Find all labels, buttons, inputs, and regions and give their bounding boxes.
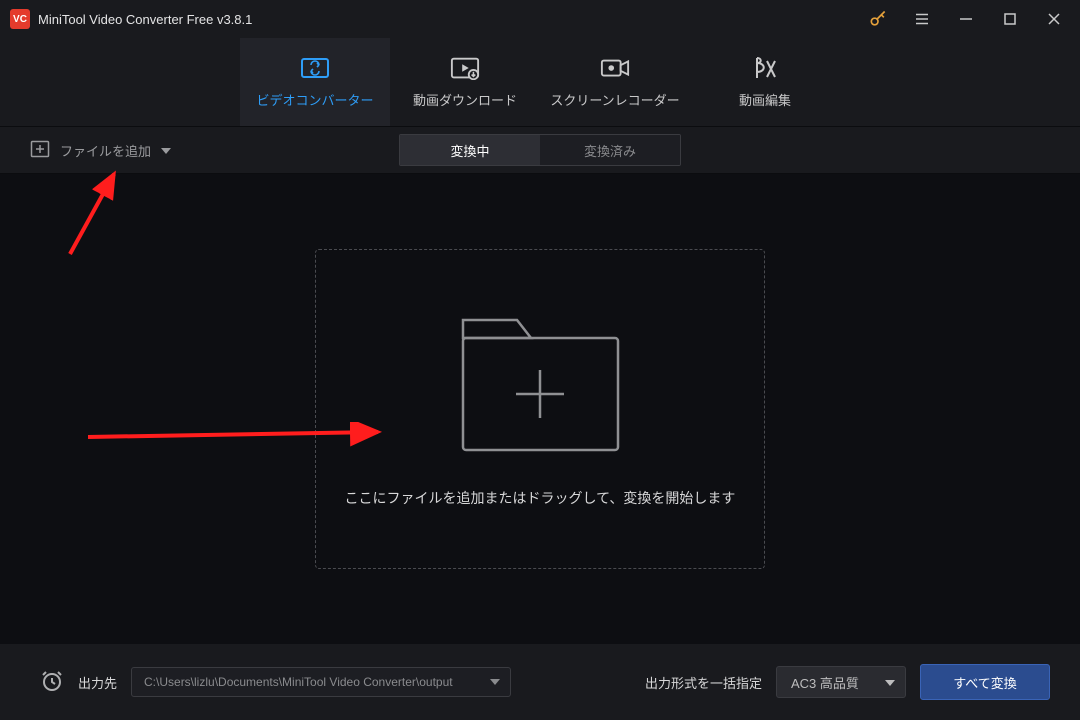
close-button[interactable]: [1032, 0, 1076, 38]
main-area: ここにファイルを追加またはドラッグして、変換を開始します: [0, 174, 1080, 644]
status-segmented: 変換中 変換済み: [399, 134, 681, 166]
segment-converted[interactable]: 変換済み: [540, 135, 680, 165]
tab-label: スクリーンレコーダー: [550, 90, 679, 109]
output-dest-label: 出力先: [78, 673, 117, 692]
drop-zone-text: ここにファイルを追加またはドラッグして、変換を開始します: [345, 488, 736, 508]
schedule-icon[interactable]: [40, 669, 64, 696]
chevron-down-icon: [161, 143, 171, 158]
main-tabs: ビデオコンバーター 動画ダウンロード スクリーンレコーダー: [0, 38, 1080, 126]
output-format-label: 出力形式を一括指定: [645, 673, 762, 692]
maximize-button[interactable]: [988, 0, 1032, 38]
download-icon: [450, 56, 480, 80]
upgrade-key-icon[interactable]: [856, 0, 900, 38]
output-path-field[interactable]: C:\Users\lizlu\Documents\MiniTool Video …: [131, 667, 511, 697]
window-controls: [856, 0, 1076, 38]
title-bar: VC MiniTool Video Converter Free v3.8.1: [0, 0, 1080, 38]
output-format-select[interactable]: AC3 高品質: [776, 666, 906, 698]
add-file-button[interactable]: ファイルを追加: [30, 140, 171, 161]
recorder-icon: [600, 56, 630, 80]
convert-all-button[interactable]: すべて変換: [920, 664, 1050, 700]
folder-add-icon: [453, 310, 628, 460]
add-file-label: ファイルを追加: [60, 141, 151, 160]
app-title: MiniTool Video Converter Free v3.8.1: [38, 12, 252, 27]
tab-screen-recorder[interactable]: スクリーンレコーダー: [540, 38, 690, 126]
tab-video-converter[interactable]: ビデオコンバーター: [240, 38, 390, 126]
chevron-down-icon: [490, 675, 500, 689]
converter-icon: [300, 56, 330, 80]
edit-icon: [750, 56, 780, 80]
minimize-button[interactable]: [944, 0, 988, 38]
output-path-value: C:\Users\lizlu\Documents\MiniTool Video …: [144, 675, 453, 689]
tab-label: 動画編集: [739, 90, 791, 109]
tab-label: ビデオコンバーター: [256, 90, 373, 109]
tab-video-edit[interactable]: 動画編集: [690, 38, 840, 126]
drop-zone[interactable]: ここにファイルを追加またはドラッグして、変換を開始します: [315, 249, 765, 569]
toolbar: ファイルを追加 変換中 変換済み: [0, 126, 1080, 174]
output-format-value: AC3 高品質: [791, 673, 859, 692]
chevron-down-icon: [885, 675, 895, 690]
annotation-arrow-1: [60, 168, 140, 258]
add-file-plus-icon: [30, 140, 50, 161]
tab-label: 動画ダウンロード: [413, 90, 517, 109]
menu-icon[interactable]: [900, 0, 944, 38]
bottom-bar: 出力先 C:\Users\lizlu\Documents\MiniTool Vi…: [0, 644, 1080, 720]
app-logo-icon: VC: [10, 9, 30, 29]
tab-video-download[interactable]: 動画ダウンロード: [390, 38, 540, 126]
segment-converting[interactable]: 変換中: [400, 135, 540, 165]
